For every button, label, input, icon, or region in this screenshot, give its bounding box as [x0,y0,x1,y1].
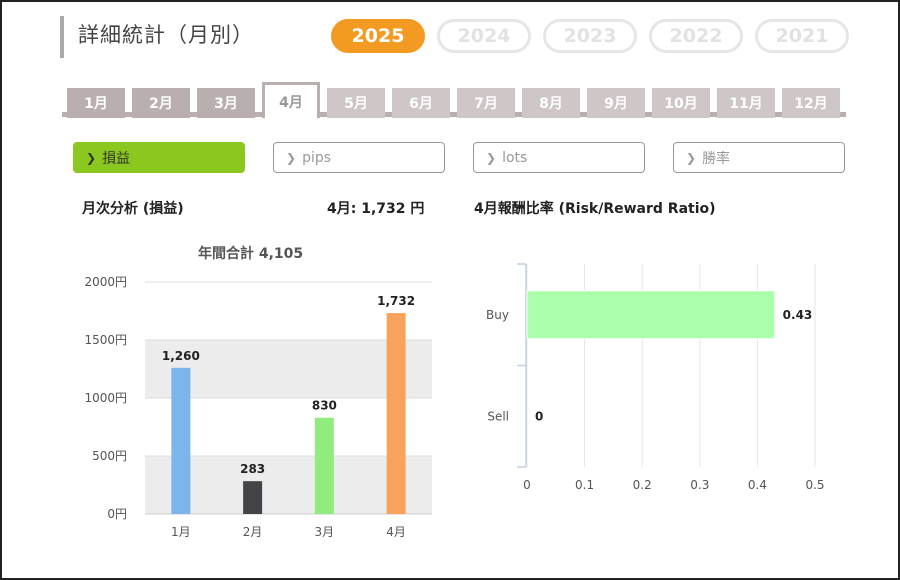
bar-value-label: 0.43 [783,308,813,322]
chevron-right-icon: ❯ [286,150,297,165]
page-frame: 詳細統計（月別） 2025 2024 2023 2022 2021 1月 2月 … [0,0,900,580]
page-title: 詳細統計（月別） [78,23,254,47]
year-pill-2[interactable]: 2023 [543,19,637,53]
month-tab-10[interactable]: 11月 [717,88,775,118]
x-tick-label: 0.4 [748,478,767,492]
bar-2月 [243,481,263,514]
y-tick-label: Buy [486,308,509,322]
metric-button-profit[interactable]: ❯ 損益 [73,142,245,173]
bar-Buy [526,290,776,340]
ratio-heading: 4月報酬比率 (Risk/Reward Ratio) [474,201,716,217]
metric-label: 損益 [102,150,131,167]
month-tabs: 1月 2月 3月 4月 5月 6月 7月 8月 9月 10月 11月 12月 [67,82,847,118]
bar-value-label: 1,732 [377,294,415,308]
month-tab-2[interactable]: 3月 [197,88,255,118]
metric-button-pips[interactable]: ❯ pips [273,142,445,173]
y-tick-label: 500円 [92,449,127,463]
bar-value-label: 283 [240,462,265,476]
x-tick-label: 3月 [315,525,335,539]
bar-3月 [314,417,334,514]
year-selector: 2025 2024 2023 2022 2021 [331,19,849,53]
metric-label: 勝率 [702,150,731,167]
y-tick-label: 0円 [107,507,127,521]
metric-button-lots[interactable]: ❯ lots [473,142,645,173]
y-tick-label: 2000円 [84,275,127,289]
year-pill-3[interactable]: 2022 [649,19,743,53]
chevron-right-icon: ❯ [86,150,97,165]
month-tab-9[interactable]: 10月 [652,88,710,118]
metric-label: lots [502,149,528,166]
chevron-right-icon: ❯ [486,150,497,165]
metric-button-winrate[interactable]: ❯ 勝率 [673,142,845,173]
month-tab-5[interactable]: 6月 [392,88,450,118]
title-block: 詳細統計（月別） [60,16,254,58]
chevron-right-icon: ❯ [686,150,697,165]
bar-value-label: 1,260 [162,349,200,363]
bar-1月 [171,367,191,514]
month-value: 4月: 1,732 円 [327,201,425,217]
grid-band [145,456,432,514]
month-tab-4[interactable]: 5月 [327,88,385,118]
y-tick-label: 1500円 [84,333,127,347]
monthly-analysis-heading: 月次分析 (損益) [82,201,184,217]
month-tab-11[interactable]: 12月 [782,88,840,118]
bar-4月 [386,313,406,514]
year-pill-0[interactable]: 2025 [331,19,425,53]
month-tab-6[interactable]: 7月 [457,88,515,118]
annual-total-title: 年間合計 4,105 [198,246,304,262]
month-tab-7[interactable]: 8月 [522,88,580,118]
month-tab-0[interactable]: 1月 [67,88,125,118]
month-tab-1[interactable]: 2月 [132,88,190,118]
x-tick-label: 0.2 [633,478,652,492]
metric-label: pips [302,149,332,166]
bar-value-label: 0 [535,409,543,423]
month-tab-3[interactable]: 4月 [262,82,320,118]
x-tick-label: 0.5 [805,478,824,492]
bar-value-label: 830 [312,399,337,413]
x-tick-label: 4月 [386,525,406,539]
metric-buttons: ❯ 損益 ❯ pips ❯ lots ❯ 勝率 [73,142,845,173]
month-tab-8[interactable]: 9月 [587,88,645,118]
grid-band [145,340,432,398]
year-pill-1[interactable]: 2024 [437,19,531,53]
x-tick-label: 0 [523,478,531,492]
y-tick-label: Sell [487,409,509,423]
x-tick-label: 1月 [171,525,191,539]
x-tick-label: 0.1 [575,478,594,492]
year-pill-4[interactable]: 2021 [755,19,849,53]
x-tick-label: 0.3 [690,478,709,492]
y-tick-label: 1000円 [84,391,127,405]
x-tick-label: 2月 [243,525,263,539]
